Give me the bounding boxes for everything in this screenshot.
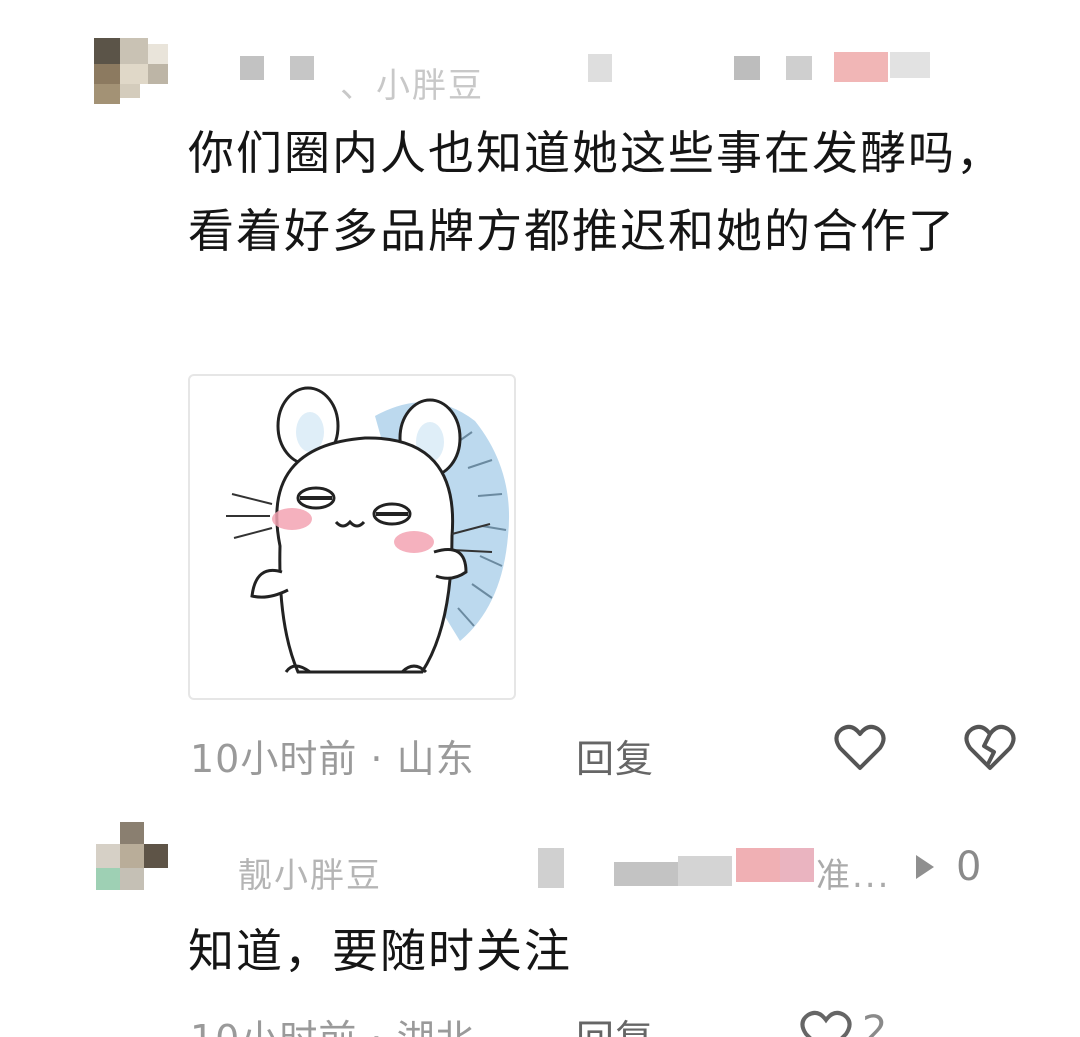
username-row[interactable]: 、小胖豆 (240, 46, 960, 106)
comment-text: 知道，要随时关注 (188, 924, 572, 978)
reply-to-fragment: 准... (816, 856, 891, 896)
username-row[interactable]: 靓小胖豆 准... 0 (236, 842, 1006, 896)
avatar[interactable] (94, 38, 174, 106)
like-heart-icon[interactable] (800, 1010, 852, 1037)
cut-off-meta-row: 10小时前 · 湖北 回复 2 (0, 1008, 1080, 1037)
reply-button[interactable]: 回复 (576, 1008, 654, 1037)
comment-text: 你们圈内人也知道她这些事在发酵吗，看着好多品牌方都推迟和她的合作了 (188, 126, 1004, 258)
like-count: 0 (956, 844, 982, 890)
comment-meta: 10小时前 · 山东 (190, 737, 475, 781)
username-fragment: 靓小胖豆 (238, 856, 382, 896)
username-fragment: 、小胖豆 (340, 66, 484, 106)
dislike-broken-heart-icon[interactable] (964, 724, 1016, 772)
like-heart-icon[interactable] (834, 724, 886, 772)
comment-meta: 10小时前 · 湖北 (190, 1008, 475, 1037)
avatar[interactable] (96, 822, 172, 892)
sticker-image[interactable] (188, 374, 516, 700)
reply-button[interactable]: 回复 (576, 728, 654, 783)
reply-count: 2 (862, 1008, 888, 1037)
hamster-sticker-illustration (226, 386, 510, 674)
play-arrow-icon (912, 852, 938, 882)
